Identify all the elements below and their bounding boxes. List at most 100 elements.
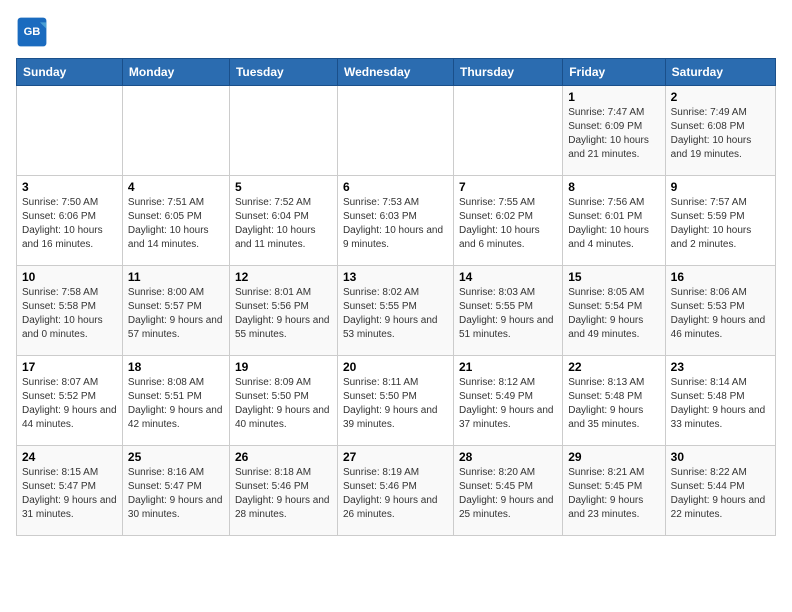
day-info: Sunrise: 8:06 AMSunset: 5:53 PMDaylight:… <box>671 286 770 342</box>
day-number: 18 <box>128 360 224 374</box>
day-info: Sunrise: 8:16 AMSunset: 5:47 PMDaylight:… <box>128 466 224 522</box>
day-info: Sunrise: 7:47 AMSunset: 6:09 PMDaylight:… <box>568 106 659 162</box>
day-info: Sunrise: 8:08 AMSunset: 5:51 PMDaylight:… <box>128 376 224 432</box>
calendar-cell: 6 Sunrise: 7:53 AMSunset: 6:03 PMDaylight… <box>337 176 453 266</box>
calendar-cell: 15 Sunrise: 8:05 AMSunset: 5:54 PMDayligh… <box>563 266 665 356</box>
day-number: 15 <box>568 270 659 284</box>
day-number: 12 <box>235 270 332 284</box>
day-info: Sunrise: 8:13 AMSunset: 5:48 PMDaylight:… <box>568 376 659 432</box>
calendar-body: 1 Sunrise: 7:47 AMSunset: 6:09 PMDaylight… <box>17 86 776 536</box>
day-number: 24 <box>22 450 117 464</box>
calendar-cell: 12 Sunrise: 8:01 AMSunset: 5:56 PMDayligh… <box>229 266 337 356</box>
calendar-cell: 3 Sunrise: 7:50 AMSunset: 6:06 PMDaylight… <box>17 176 123 266</box>
page-header: GB <box>16 16 776 48</box>
weekday-header-saturday: Saturday <box>665 59 775 86</box>
weekday-header-friday: Friday <box>563 59 665 86</box>
calendar-week-1: 3 Sunrise: 7:50 AMSunset: 6:06 PMDaylight… <box>17 176 776 266</box>
calendar-cell <box>122 86 229 176</box>
day-number: 26 <box>235 450 332 464</box>
day-info: Sunrise: 8:21 AMSunset: 5:45 PMDaylight:… <box>568 466 659 522</box>
day-number: 16 <box>671 270 770 284</box>
day-info: Sunrise: 8:15 AMSunset: 5:47 PMDaylight:… <box>22 466 117 522</box>
logo-icon: GB <box>16 16 48 48</box>
day-info: Sunrise: 8:22 AMSunset: 5:44 PMDaylight:… <box>671 466 770 522</box>
day-number: 7 <box>459 180 557 194</box>
day-info: Sunrise: 8:11 AMSunset: 5:50 PMDaylight:… <box>343 376 448 432</box>
calendar-cell: 25 Sunrise: 8:16 AMSunset: 5:47 PMDayligh… <box>122 446 229 536</box>
day-number: 28 <box>459 450 557 464</box>
calendar-cell: 29 Sunrise: 8:21 AMSunset: 5:45 PMDayligh… <box>563 446 665 536</box>
day-info: Sunrise: 7:56 AMSunset: 6:01 PMDaylight:… <box>568 196 659 252</box>
day-number: 19 <box>235 360 332 374</box>
calendar-week-3: 17 Sunrise: 8:07 AMSunset: 5:52 PMDayligh… <box>17 356 776 446</box>
calendar-cell: 16 Sunrise: 8:06 AMSunset: 5:53 PMDayligh… <box>665 266 775 356</box>
day-number: 2 <box>671 90 770 104</box>
day-number: 8 <box>568 180 659 194</box>
day-number: 21 <box>459 360 557 374</box>
day-number: 23 <box>671 360 770 374</box>
day-number: 5 <box>235 180 332 194</box>
day-info: Sunrise: 7:52 AMSunset: 6:04 PMDaylight:… <box>235 196 332 252</box>
calendar-cell: 19 Sunrise: 8:09 AMSunset: 5:50 PMDayligh… <box>229 356 337 446</box>
calendar-cell: 17 Sunrise: 8:07 AMSunset: 5:52 PMDayligh… <box>17 356 123 446</box>
calendar-cell: 23 Sunrise: 8:14 AMSunset: 5:48 PMDayligh… <box>665 356 775 446</box>
calendar-cell: 7 Sunrise: 7:55 AMSunset: 6:02 PMDaylight… <box>453 176 562 266</box>
day-info: Sunrise: 8:05 AMSunset: 5:54 PMDaylight:… <box>568 286 659 342</box>
day-info: Sunrise: 8:01 AMSunset: 5:56 PMDaylight:… <box>235 286 332 342</box>
day-info: Sunrise: 7:55 AMSunset: 6:02 PMDaylight:… <box>459 196 557 252</box>
calendar-cell: 5 Sunrise: 7:52 AMSunset: 6:04 PMDaylight… <box>229 176 337 266</box>
calendar-cell: 4 Sunrise: 7:51 AMSunset: 6:05 PMDaylight… <box>122 176 229 266</box>
day-number: 30 <box>671 450 770 464</box>
day-info: Sunrise: 7:51 AMSunset: 6:05 PMDaylight:… <box>128 196 224 252</box>
calendar-week-0: 1 Sunrise: 7:47 AMSunset: 6:09 PMDaylight… <box>17 86 776 176</box>
weekday-header-tuesday: Tuesday <box>229 59 337 86</box>
calendar-cell: 10 Sunrise: 7:58 AMSunset: 5:58 PMDayligh… <box>17 266 123 356</box>
day-info: Sunrise: 7:57 AMSunset: 5:59 PMDaylight:… <box>671 196 770 252</box>
weekday-header-thursday: Thursday <box>453 59 562 86</box>
day-number: 27 <box>343 450 448 464</box>
day-info: Sunrise: 7:50 AMSunset: 6:06 PMDaylight:… <box>22 196 117 252</box>
day-info: Sunrise: 8:12 AMSunset: 5:49 PMDaylight:… <box>459 376 557 432</box>
calendar-week-2: 10 Sunrise: 7:58 AMSunset: 5:58 PMDayligh… <box>17 266 776 356</box>
calendar-cell: 1 Sunrise: 7:47 AMSunset: 6:09 PMDaylight… <box>563 86 665 176</box>
calendar-week-4: 24 Sunrise: 8:15 AMSunset: 5:47 PMDayligh… <box>17 446 776 536</box>
svg-text:GB: GB <box>24 26 41 38</box>
day-number: 13 <box>343 270 448 284</box>
day-info: Sunrise: 7:49 AMSunset: 6:08 PMDaylight:… <box>671 106 770 162</box>
day-info: Sunrise: 8:09 AMSunset: 5:50 PMDaylight:… <box>235 376 332 432</box>
calendar-cell <box>337 86 453 176</box>
day-number: 25 <box>128 450 224 464</box>
calendar-cell: 24 Sunrise: 8:15 AMSunset: 5:47 PMDayligh… <box>17 446 123 536</box>
calendar-table: SundayMondayTuesdayWednesdayThursdayFrid… <box>16 58 776 536</box>
calendar-cell <box>17 86 123 176</box>
calendar-cell: 11 Sunrise: 8:00 AMSunset: 5:57 PMDayligh… <box>122 266 229 356</box>
calendar-cell: 20Sunrise: 8:11 AMSunset: 5:50 PMDayligh… <box>337 356 453 446</box>
day-number: 10 <box>22 270 117 284</box>
calendar-cell: 9Sunrise: 7:57 AMSunset: 5:59 PMDaylight… <box>665 176 775 266</box>
day-info: Sunrise: 8:14 AMSunset: 5:48 PMDaylight:… <box>671 376 770 432</box>
day-number: 6 <box>343 180 448 194</box>
day-info: Sunrise: 8:00 AMSunset: 5:57 PMDaylight:… <box>128 286 224 342</box>
day-number: 4 <box>128 180 224 194</box>
day-number: 3 <box>22 180 117 194</box>
calendar-cell: 28 Sunrise: 8:20 AMSunset: 5:45 PMDayligh… <box>453 446 562 536</box>
header-row: SundayMondayTuesdayWednesdayThursdayFrid… <box>17 59 776 86</box>
day-info: Sunrise: 7:53 AMSunset: 6:03 PMDaylight:… <box>343 196 448 252</box>
day-number: 29 <box>568 450 659 464</box>
calendar-cell: 13 Sunrise: 8:02 AMSunset: 5:55 PMDayligh… <box>337 266 453 356</box>
day-number: 11 <box>128 270 224 284</box>
day-info: Sunrise: 7:58 AMSunset: 5:58 PMDaylight:… <box>22 286 117 342</box>
calendar-cell <box>229 86 337 176</box>
day-number: 22 <box>568 360 659 374</box>
day-info: Sunrise: 8:20 AMSunset: 5:45 PMDaylight:… <box>459 466 557 522</box>
day-number: 1 <box>568 90 659 104</box>
calendar-cell: 30 Sunrise: 8:22 AMSunset: 5:44 PMDayligh… <box>665 446 775 536</box>
day-info: Sunrise: 8:02 AMSunset: 5:55 PMDaylight:… <box>343 286 448 342</box>
day-info: Sunrise: 8:03 AMSunset: 5:55 PMDaylight:… <box>459 286 557 342</box>
day-info: Sunrise: 8:07 AMSunset: 5:52 PMDaylight:… <box>22 376 117 432</box>
calendar-cell: 22 Sunrise: 8:13 AMSunset: 5:48 PMDayligh… <box>563 356 665 446</box>
calendar-header: SundayMondayTuesdayWednesdayThursdayFrid… <box>17 59 776 86</box>
day-info: Sunrise: 8:18 AMSunset: 5:46 PMDaylight:… <box>235 466 332 522</box>
day-number: 17 <box>22 360 117 374</box>
calendar-cell: 2 Sunrise: 7:49 AMSunset: 6:08 PMDaylight… <box>665 86 775 176</box>
